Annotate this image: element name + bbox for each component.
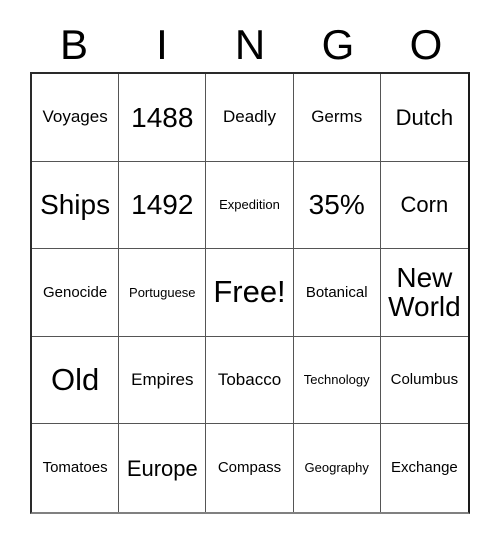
bingo-cell-label: Free! [213,274,286,310]
bingo-cell-n5[interactable]: Compass [206,424,294,512]
bingo-cell-o3[interactable]: New World [380,249,468,337]
bingo-cell-g5[interactable]: Geography [293,424,381,512]
bingo-cell-i2[interactable]: 1492 [119,161,207,250]
bingo-cell-o4[interactable]: Columbus [380,336,468,425]
bingo-cell-b5[interactable]: Tomatoes [32,424,120,512]
bingo-header-letter-o: O [409,21,443,68]
bingo-header-letter-b: B [59,21,88,68]
bingo-cell-label: Compass [217,459,282,477]
bingo-cell-b3[interactable]: Genocide [32,249,120,337]
bingo-cell-label: Technology [303,372,370,388]
bingo-cell-o1[interactable]: Dutch [380,74,468,162]
bingo-header-row: B I N G O [30,18,470,72]
bingo-cell-b2[interactable]: Ships [32,161,120,250]
bingo-cell-label: Old [50,361,100,397]
bingo-cell-label: 1492 [131,189,194,221]
bingo-cell-label: Geography [304,460,369,476]
bingo-cell-label: Columbus [390,371,459,389]
bingo-cell-g2[interactable]: 35% [293,161,381,250]
bingo-cell-g3[interactable]: Botanical [293,249,381,337]
bingo-grid: Voyages 1488 Deadly Germs Dutch Ships 14… [30,72,470,514]
bingo-cell-label: Voyages [42,107,108,127]
bingo-cell-n2[interactable]: Expedition [206,161,294,250]
bingo-cell-label: Germs [311,107,363,127]
bingo-cell-o5[interactable]: Exchange [380,424,468,512]
bingo-cell-label: 1488 [131,101,194,133]
bingo-cell-i3[interactable]: Portuguese [119,249,207,337]
bingo-cell-i5[interactable]: Europe [119,424,207,512]
bingo-header-letter-i: I [156,21,168,68]
bingo-cell-o2[interactable]: Corn [380,161,468,250]
bingo-cell-label: Europe [126,455,198,481]
bingo-cell-g4[interactable]: Technology [293,336,381,425]
bingo-header-letter-g: G [321,21,355,68]
bingo-cell-label: Expedition [219,197,280,213]
bingo-cell-label: Empires [131,370,194,390]
bingo-card: B I N G O Voyages 1488 Deadly Germs Dutc… [0,0,500,544]
bingo-cell-label: Dutch [395,104,454,130]
bingo-cell-n4[interactable]: Tobacco [206,336,294,425]
bingo-cell-label: New World [388,262,461,323]
bingo-cell-n1[interactable]: Deadly [206,74,294,162]
bingo-cell-i4[interactable]: Empires [119,336,207,425]
bingo-cell-label: Deadly [223,107,276,127]
bingo-cell-label: Genocide [42,283,108,301]
bingo-cell-i1[interactable]: 1488 [119,74,207,162]
bingo-header-letter-n: N [234,21,266,68]
bingo-cell-label: Tobacco [217,370,282,390]
bingo-cell-label: Ships [40,189,111,221]
bingo-cell-label: Corn [400,192,449,218]
bingo-cell-b4[interactable]: Old [32,336,120,425]
bingo-cell-free-space[interactable]: Free! [206,249,294,337]
bingo-cell-label: 35% [308,189,365,221]
bingo-cell-b1[interactable]: Voyages [32,74,120,162]
bingo-cell-label: Exchange [391,459,458,477]
bingo-cell-label: Portuguese [129,284,196,300]
bingo-cell-label: Tomatoes [42,459,108,477]
bingo-cell-label: Botanical [305,283,368,301]
bingo-cell-g1[interactable]: Germs [293,74,381,162]
